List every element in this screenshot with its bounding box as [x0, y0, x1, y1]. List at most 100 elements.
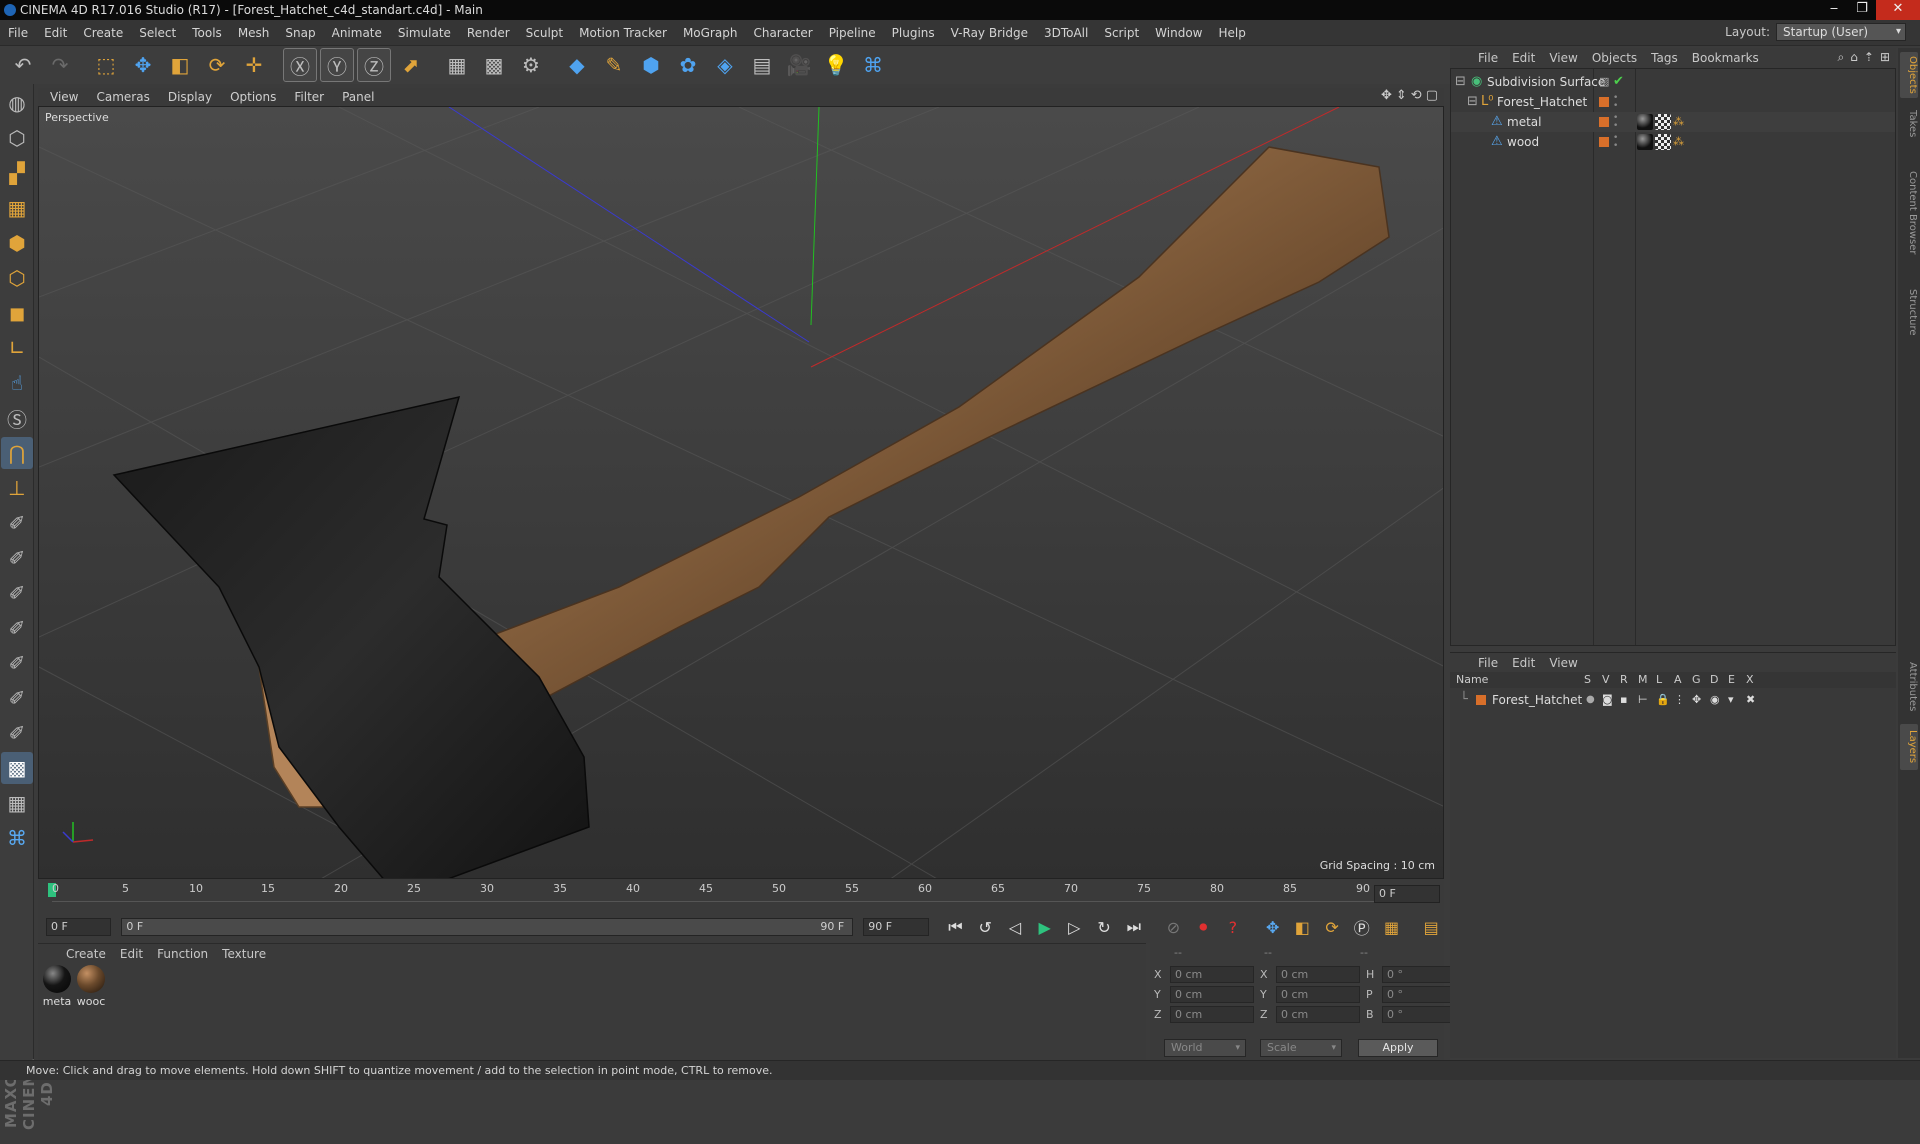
menu-3dtoall[interactable]: 3DToAll	[1036, 26, 1096, 40]
layer-menu-view[interactable]: View	[1549, 656, 1577, 670]
autokeying-icon[interactable]: ⏺	[1190, 914, 1216, 940]
viewport-menu-filter[interactable]: Filter	[294, 90, 324, 104]
z-axis-lock-icon[interactable]: Ⓩ	[357, 48, 391, 82]
material-menu-texture[interactable]: Texture	[222, 947, 266, 961]
menu-pipeline[interactable]: Pipeline	[821, 26, 884, 40]
layout-dropdown[interactable]: Startup (User)	[1776, 23, 1906, 41]
material-swatch-wood[interactable]: wooc	[76, 965, 106, 1008]
model-mode-icon[interactable]: ⬡	[1, 122, 33, 154]
size-z-field[interactable]: 0 cm	[1276, 1006, 1360, 1023]
tab-layers[interactable]: Layers	[1900, 724, 1918, 770]
previous-frame-icon[interactable]: ◁	[1002, 914, 1028, 940]
viewport-menu-options[interactable]: Options	[230, 90, 276, 104]
menu-render[interactable]: Render	[459, 26, 518, 40]
go-to-start-icon[interactable]: ⏮	[943, 914, 969, 940]
object-row-forest-hatchet[interactable]: ⊟ L⁰ Forest_Hatchet • •	[1451, 92, 1895, 112]
menu-select[interactable]: Select	[131, 26, 184, 40]
timeline-window-icon[interactable]: ▤	[1418, 914, 1444, 940]
polygons-mode-icon[interactable]: ◼	[1, 297, 33, 329]
python-icon[interactable]: ⌘	[856, 48, 890, 82]
move-tool-icon[interactable]: ✥	[126, 48, 160, 82]
make-editable-icon[interactable]: ◍	[1, 87, 33, 119]
menu-character[interactable]: Character	[745, 26, 820, 40]
size-x-field[interactable]: 0 cm	[1276, 966, 1360, 983]
viewport-menu-view[interactable]: View	[50, 90, 78, 104]
new-view-icon[interactable]: ⊞	[1880, 50, 1890, 65]
collapse-toggle-icon[interactable]: ⊟	[1467, 92, 1478, 112]
object-menu-objects[interactable]: Objects	[1592, 51, 1637, 65]
menu-sculpt[interactable]: Sculpt	[518, 26, 571, 40]
python-script-icon[interactable]: ⌘	[1, 822, 33, 854]
cloner-icon[interactable]: ✿	[671, 48, 705, 82]
scale-mode-dropdown[interactable]: Scale	[1260, 1039, 1342, 1057]
menu-window[interactable]: Window	[1147, 26, 1210, 40]
menu-simulate[interactable]: Simulate	[390, 26, 459, 40]
minimize-button[interactable]: ‒	[1820, 0, 1848, 20]
visibility-dots-icon[interactable]: • •	[1613, 114, 1618, 131]
object-menu-tags[interactable]: Tags	[1651, 51, 1678, 65]
layer-color-swatch[interactable]	[1476, 695, 1486, 705]
record-pla-icon[interactable]: ▦	[1379, 914, 1405, 940]
deformer-icon[interactable]: ◈	[708, 48, 742, 82]
viewport-menu-display[interactable]: Display	[168, 90, 212, 104]
layer-menu-edit[interactable]: Edit	[1512, 656, 1535, 670]
position-y-field[interactable]: 0 cm	[1170, 986, 1254, 1003]
menu-tools[interactable]: Tools	[184, 26, 230, 40]
coordinate-system-icon[interactable]: ⬈	[394, 48, 428, 82]
workplane-icon[interactable]: ⊥	[1, 472, 33, 504]
layer-expression-icon[interactable]: ▾	[1728, 690, 1734, 710]
solo-mode-icon[interactable]: Ⓢ	[1, 402, 33, 434]
tab-objects[interactable]: Objects	[1900, 52, 1918, 98]
tab-structure[interactable]: Structure	[1900, 282, 1918, 342]
object-menu-bookmarks[interactable]: Bookmarks	[1692, 51, 1759, 65]
tab-takes[interactable]: Takes	[1900, 104, 1918, 144]
menu-edit[interactable]: Edit	[36, 26, 75, 40]
layer-solo-icon[interactable]: ●	[1586, 690, 1595, 710]
zoom-icon[interactable]: ⇕	[1396, 88, 1407, 103]
menu-help[interactable]: Help	[1210, 26, 1253, 40]
camera-icon[interactable]: 🎥	[782, 48, 816, 82]
frame-range-slider[interactable]: 0 F 90 F	[121, 918, 854, 936]
viewport-menu-panel[interactable]: Panel	[342, 90, 374, 104]
layer-manager-icon[interactable]: ⊢	[1638, 690, 1648, 710]
selection-tag-icon[interactable]: ⁂	[1673, 112, 1684, 132]
layer-lock-icon[interactable]: 🔒	[1656, 690, 1670, 710]
sculpt-brush-1-icon[interactable]: ✐	[1, 507, 33, 539]
selection-tag-icon[interactable]: ⁂	[1673, 132, 1684, 152]
sculpt-brush-6-icon[interactable]: ✐	[1, 682, 33, 714]
rotate-tool-icon[interactable]: ⟳	[200, 48, 234, 82]
go-to-end-icon[interactable]: ⏭	[1121, 914, 1147, 940]
material-swatch-metal[interactable]: meta	[42, 965, 72, 1008]
coordinate-mode-dropdown[interactable]: World	[1164, 1039, 1246, 1057]
tab-attributes[interactable]: Attributes	[1900, 654, 1918, 720]
sculpt-brush-3-icon[interactable]: ✐	[1, 577, 33, 609]
scale-tool-icon[interactable]: ◧	[163, 48, 197, 82]
visibility-dots-icon[interactable]: • •	[1613, 134, 1618, 151]
grid-snap-icon[interactable]: ▦	[1, 787, 33, 819]
object-row-subdivision-surface[interactable]: ⊟ ◉ Subdivision Surface ▨ ✔	[1451, 72, 1895, 92]
record-position-icon[interactable]: ✥	[1260, 914, 1286, 940]
sculpt-brush-2-icon[interactable]: ✐	[1, 542, 33, 574]
menu-plugins[interactable]: Plugins	[884, 26, 943, 40]
end-frame-field[interactable]: 90 F	[863, 918, 929, 936]
collapse-toggle-icon[interactable]: ⊟	[1455, 72, 1466, 92]
sculpt-brush-7-icon[interactable]: ✐	[1, 717, 33, 749]
orbit-icon[interactable]: ⟲	[1411, 88, 1422, 103]
undo-icon[interactable]: ↶	[6, 48, 40, 82]
apply-button[interactable]: Apply	[1358, 1039, 1438, 1057]
uvw-tag-icon[interactable]	[1655, 134, 1671, 150]
material-tag-icon[interactable]	[1637, 134, 1653, 150]
layer-deformer-icon[interactable]: ◉	[1710, 690, 1720, 710]
menu-vray-bridge[interactable]: V-Ray Bridge	[943, 26, 1036, 40]
axis-mode-icon[interactable]: ∟	[1, 332, 33, 364]
y-axis-lock-icon[interactable]: Ⓨ	[320, 48, 354, 82]
points-mode-icon[interactable]: ⬢	[1, 227, 33, 259]
perspective-viewport[interactable]: Perspective Grid Spacing : 10 cm	[38, 106, 1444, 879]
timeline-ruler[interactable]: 0 5 10 15 20 25 30 35 40 45 50 55 60 65 …	[38, 879, 1444, 911]
enabled-check-icon[interactable]: ✔	[1613, 72, 1624, 92]
live-selection-icon[interactable]: ⬚	[89, 48, 123, 82]
viewport-menu-cameras[interactable]: Cameras	[96, 90, 149, 104]
search-icon[interactable]: ⌕	[1838, 50, 1845, 65]
menu-animate[interactable]: Animate	[324, 26, 390, 40]
cube-primitive-icon[interactable]: ◆	[560, 48, 594, 82]
